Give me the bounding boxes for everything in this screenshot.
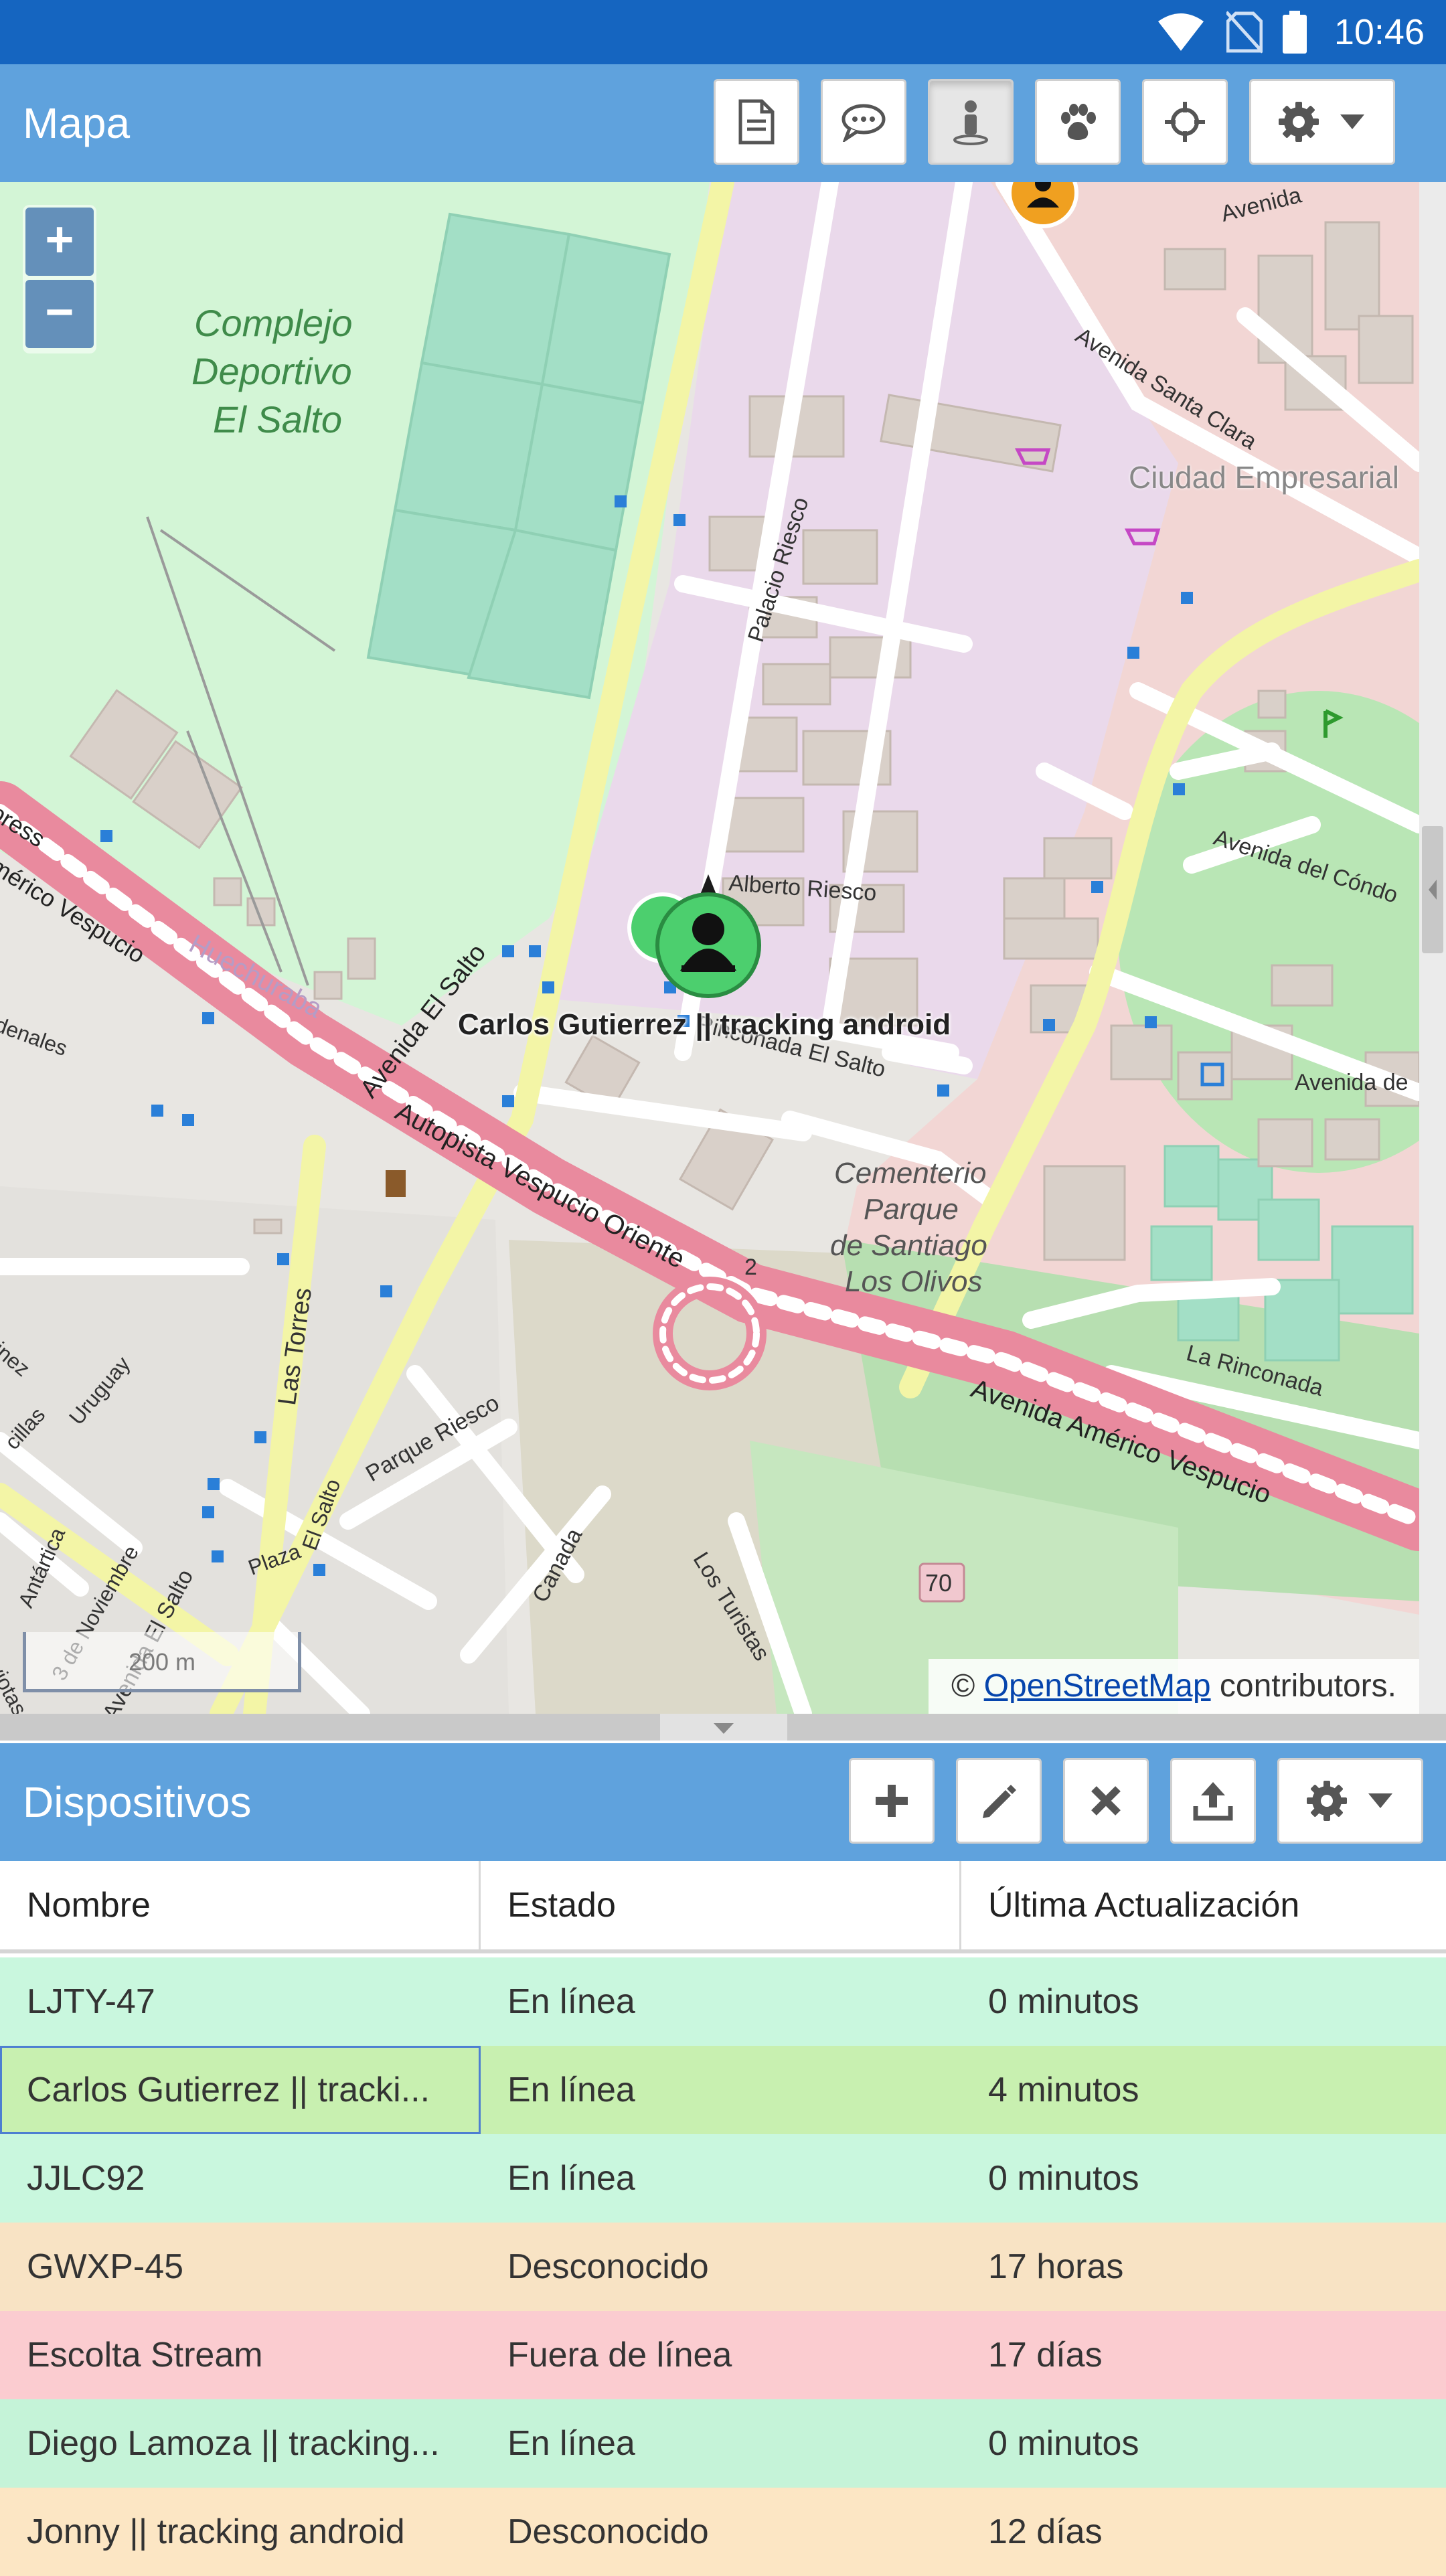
device-updated-cell[interactable]: 0 minutos	[961, 2134, 1446, 2223]
device-status-cell[interactable]: En línea	[481, 2399, 961, 2488]
table-row[interactable]: Escolta Stream Fuera de línea 17 días	[0, 2311, 1446, 2399]
devices-table-body: LJTY-47 En línea 0 minutos Carlos Gutier…	[0, 1957, 1446, 2576]
map-settings-button[interactable]	[1249, 79, 1395, 165]
map-tiles	[0, 182, 1419, 1714]
device-updated-cell[interactable]: 17 días	[961, 2311, 1446, 2399]
table-row[interactable]: Carlos Gutierrez || tracki... En línea 4…	[0, 2046, 1446, 2134]
device-status-cell[interactable]: Fuera de línea	[481, 2311, 961, 2399]
attribution-suffix: contributors.	[1219, 1668, 1396, 1704]
chevron-down-icon	[1368, 1793, 1392, 1808]
share-device-button[interactable]	[1170, 1758, 1256, 1844]
panel-splitter[interactable]	[660, 1714, 787, 1741]
scale-bar: 200 m	[23, 1632, 301, 1692]
clock: 10:46	[1334, 12, 1425, 52]
device-updated-cell[interactable]: 17 horas	[961, 2223, 1446, 2311]
panel-collapse-handle[interactable]	[1422, 826, 1443, 953]
map-attribution: © OpenStreetMap contributors.	[928, 1659, 1419, 1714]
column-header-name[interactable]: Nombre	[0, 1861, 481, 1949]
device-name-cell[interactable]: JJLC92	[0, 2134, 481, 2223]
table-row[interactable]: LJTY-47 En línea 0 minutos	[0, 1957, 1446, 2046]
table-row[interactable]: Diego Lamoza || tracking... En línea 0 m…	[0, 2399, 1446, 2488]
zoom-control: + −	[23, 205, 96, 353]
crosshair-icon	[1165, 102, 1205, 142]
chevron-left-icon	[1429, 880, 1437, 900]
chevron-down-icon	[1340, 114, 1364, 129]
devices-toolbar: Dispositivos	[0, 1743, 1446, 1861]
add-device-button[interactable]	[849, 1758, 935, 1844]
device-name-cell[interactable]: LJTY-47	[0, 1957, 481, 2046]
device-updated-cell[interactable]: 4 minutos	[961, 2046, 1446, 2134]
gear-icon	[1307, 1781, 1347, 1821]
upload-icon	[1193, 1782, 1233, 1821]
map-title: Mapa	[23, 99, 131, 147]
device-updated-cell[interactable]: 0 minutos	[961, 2399, 1446, 2488]
battery-icon	[1283, 11, 1307, 54]
plus-icon	[876, 1785, 908, 1817]
device-status-cell[interactable]: En línea	[481, 1957, 961, 2046]
edit-device-button[interactable]	[956, 1758, 1042, 1844]
no-sim-icon	[1226, 11, 1263, 54]
device-name-cell[interactable]: GWXP-45	[0, 2223, 481, 2311]
map-view[interactable]: Complejo Deportivo El Salto Ciudad Empre…	[0, 182, 1419, 1714]
device-updated-cell[interactable]: 12 días	[961, 2488, 1446, 2576]
device-name-cell[interactable]: Escolta Stream	[0, 2311, 481, 2399]
pencil-icon	[983, 1785, 1016, 1818]
device-name-cell[interactable]: Carlos Gutierrez || tracki...	[0, 2046, 481, 2134]
table-row[interactable]: GWXP-45 Desconocido 17 horas	[0, 2223, 1446, 2311]
devices-title: Dispositivos	[23, 1778, 252, 1826]
device-status-cell[interactable]: En línea	[481, 2046, 961, 2134]
commands-button[interactable]	[821, 79, 906, 165]
device-marker-label[interactable]: Carlos Gutierrez || tracking android	[458, 1008, 951, 1042]
device-status-cell[interactable]: En línea	[481, 2134, 961, 2223]
chevron-down-icon	[714, 1723, 734, 1734]
device-name-cell[interactable]: Jonny || tracking android	[0, 2488, 481, 2576]
zoom-out-button[interactable]: −	[25, 280, 94, 348]
column-header-status[interactable]: Estado	[481, 1861, 961, 1949]
device-status-cell[interactable]: Desconocido	[481, 2223, 961, 2311]
table-row[interactable]: JJLC92 En línea 0 minutos	[0, 2134, 1446, 2223]
devices-table-header: Nombre Estado Última Actualización	[0, 1861, 1446, 1953]
device-name-cell[interactable]: Diego Lamoza || tracking...	[0, 2399, 481, 2488]
wifi-icon	[1158, 13, 1204, 51]
map-toolbar: Mapa	[0, 64, 1446, 182]
locate-button[interactable]	[1142, 79, 1228, 165]
table-row[interactable]: Jonny || tracking android Desconocido 12…	[0, 2488, 1446, 2576]
history-button[interactable]	[1035, 79, 1121, 165]
zoom-in-button[interactable]: +	[25, 208, 94, 276]
document-icon	[738, 99, 775, 145]
status-bar: 10:46	[0, 0, 1446, 64]
chat-icon	[841, 104, 886, 142]
person-icon	[953, 100, 988, 145]
follow-device-button[interactable]	[928, 79, 1014, 165]
device-updated-cell[interactable]: 0 minutos	[961, 1957, 1446, 2046]
gear-icon	[1279, 102, 1319, 142]
reports-button[interactable]	[714, 79, 799, 165]
device-status-cell[interactable]: Desconocido	[481, 2488, 961, 2576]
close-icon	[1091, 1786, 1121, 1816]
delete-device-button[interactable]	[1063, 1758, 1149, 1844]
paw-icon	[1061, 104, 1096, 140]
attribution-prefix: ©	[951, 1668, 975, 1704]
openstreetmap-link[interactable]: OpenStreetMap	[984, 1668, 1211, 1704]
column-header-last-update[interactable]: Última Actualización	[961, 1861, 1446, 1949]
device-settings-button[interactable]	[1277, 1758, 1423, 1844]
